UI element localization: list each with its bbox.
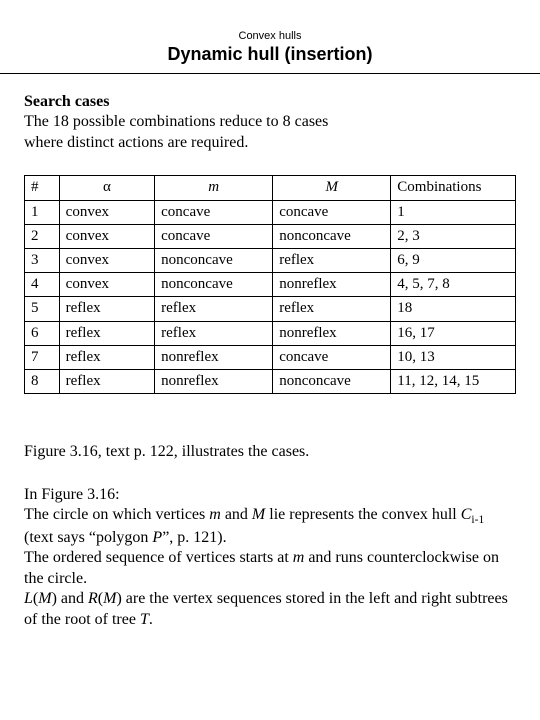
col-header-num: # [25, 176, 60, 200]
cell-num: 2 [25, 224, 60, 248]
cell-num: 1 [25, 200, 60, 224]
table-row: 6 reflex reflex nonreflex 16, 17 [25, 321, 516, 345]
cell-alpha: reflex [59, 369, 154, 393]
cell-num: 4 [25, 273, 60, 297]
cell-m: concave [155, 224, 273, 248]
var-c: C [461, 506, 472, 523]
cell-alpha: reflex [59, 297, 154, 321]
page-title: Dynamic hull (insertion) [0, 42, 540, 73]
cell-mm: nonconcave [273, 224, 391, 248]
var-m: m [209, 506, 221, 523]
cell-mm: nonreflex [273, 321, 391, 345]
cell-alpha: convex [59, 273, 154, 297]
col-header-comb: Combinations [391, 176, 516, 200]
cell-num: 7 [25, 345, 60, 369]
table-row: 3 convex nonconcave reflex 6, 9 [25, 248, 516, 272]
var-l: L [24, 590, 33, 607]
cell-num: 8 [25, 369, 60, 393]
topic-label: Convex hulls [0, 0, 540, 42]
cell-m: reflex [155, 297, 273, 321]
figure-reference: Figure 3.16, text p. 122, illustrates th… [24, 442, 516, 462]
table-row: 8 reflex nonreflex nonconcave 11, 12, 14… [25, 369, 516, 393]
intro-block: Search cases The 18 possible combination… [24, 92, 516, 153]
cell-m: nonreflex [155, 345, 273, 369]
cell-mm: nonreflex [273, 273, 391, 297]
col-header-mm: M [273, 176, 391, 200]
cell-comb: 16, 17 [391, 321, 516, 345]
var-mm: M [103, 590, 116, 607]
cell-m: reflex [155, 321, 273, 345]
cell-alpha: convex [59, 248, 154, 272]
col-header-m: m [155, 176, 273, 200]
var-r: R [88, 590, 98, 607]
cell-mm: nonconcave [273, 369, 391, 393]
cell-m: nonconcave [155, 248, 273, 272]
cell-m: nonconcave [155, 273, 273, 297]
table-body: 1 convex concave concave 1 2 convex conc… [25, 200, 516, 394]
exp-text: The circle on which vertices [24, 506, 209, 523]
table-row: 1 convex concave concave 1 [25, 200, 516, 224]
table-row: 7 reflex nonreflex concave 10, 13 [25, 345, 516, 369]
table-row: 2 convex concave nonconcave 2, 3 [25, 224, 516, 248]
cell-comb: 2, 3 [391, 224, 516, 248]
cell-mm: reflex [273, 248, 391, 272]
cell-comb: 11, 12, 14, 15 [391, 369, 516, 393]
exp-text: lie represents the convex hull [265, 506, 461, 523]
var-c-sub: i-1 [471, 514, 484, 526]
cell-alpha: reflex [59, 345, 154, 369]
cell-num: 3 [25, 248, 60, 272]
var-t: T [140, 611, 149, 628]
exp-text: The ordered sequence of vertices starts … [24, 549, 293, 566]
exp-lead: In Figure 3.16: [24, 486, 120, 503]
cases-table: # α m M Combinations 1 convex concave co… [24, 175, 516, 394]
exp-text: . [149, 611, 153, 628]
cell-mm: concave [273, 345, 391, 369]
cell-mm: reflex [273, 297, 391, 321]
var-mm: M [252, 506, 265, 523]
cell-comb: 18 [391, 297, 516, 321]
exp-text: ”, p. 121). [162, 529, 226, 546]
table-row: 5 reflex reflex reflex 18 [25, 297, 516, 321]
var-p: P [152, 529, 162, 546]
cell-comb: 6, 9 [391, 248, 516, 272]
exp-text: (text says “polygon [24, 529, 152, 546]
cell-alpha: convex [59, 200, 154, 224]
intro-heading: Search cases [24, 93, 109, 110]
cell-comb: 4, 5, 7, 8 [391, 273, 516, 297]
intro-line-1: The 18 possible combinations reduce to 8… [24, 113, 328, 130]
table-row: 4 convex nonconcave nonreflex 4, 5, 7, 8 [25, 273, 516, 297]
cell-m: nonreflex [155, 369, 273, 393]
cell-mm: concave [273, 200, 391, 224]
cell-comb: 1 [391, 200, 516, 224]
exp-text: and [221, 506, 252, 523]
content-area: Search cases The 18 possible combination… [0, 74, 540, 630]
var-m: m [293, 549, 305, 566]
cell-alpha: convex [59, 224, 154, 248]
intro-line-2: where distinct actions are required. [24, 134, 248, 151]
var-mm: M [38, 590, 51, 607]
cell-comb: 10, 13 [391, 345, 516, 369]
table-header-row: # α m M Combinations [25, 176, 516, 200]
exp-text: ) and [52, 590, 88, 607]
cell-num: 5 [25, 297, 60, 321]
cell-num: 6 [25, 321, 60, 345]
slide-page: Convex hulls Dynamic hull (insertion) Se… [0, 0, 540, 720]
cell-alpha: reflex [59, 321, 154, 345]
cell-m: concave [155, 200, 273, 224]
explanation-block: In Figure 3.16: The circle on which vert… [24, 485, 516, 631]
col-header-alpha: α [59, 176, 154, 200]
